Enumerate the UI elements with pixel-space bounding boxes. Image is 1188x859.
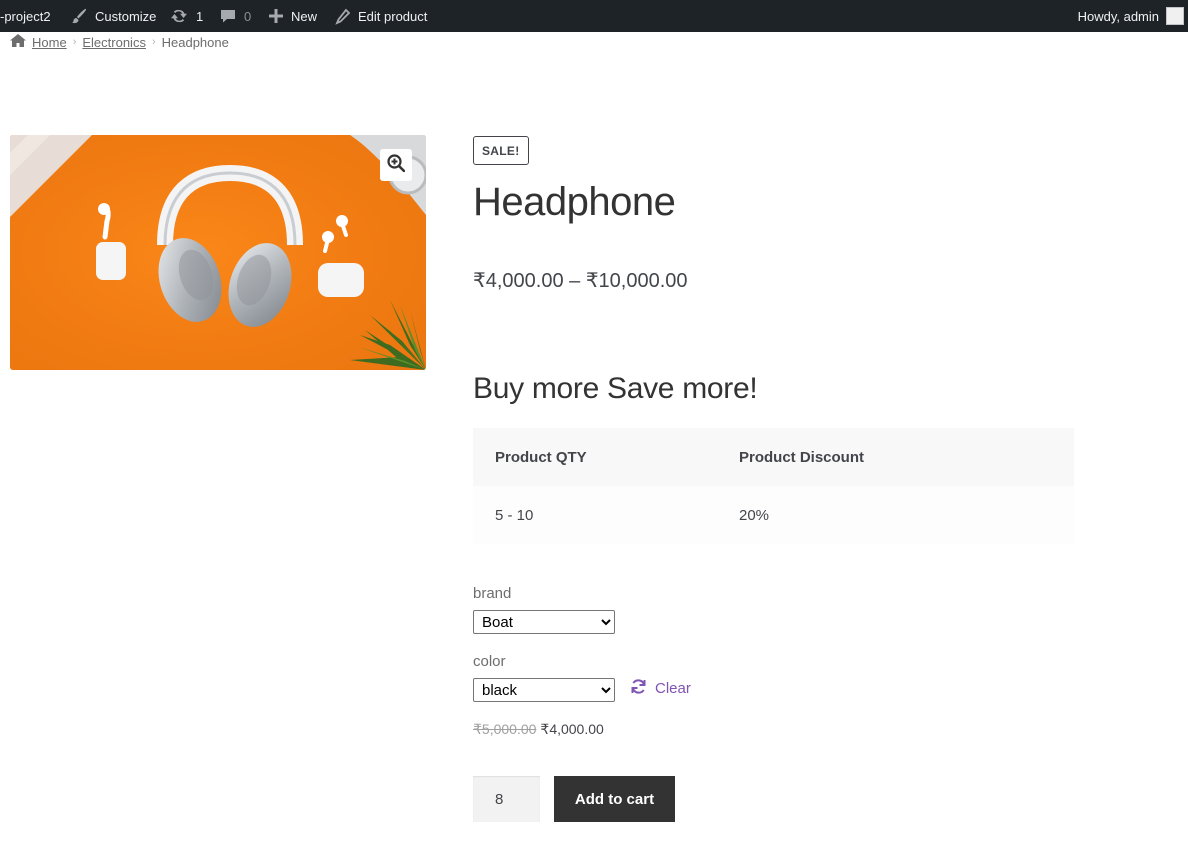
discount-heading: Buy more Save more! [473, 372, 758, 405]
product-title: Headphone [473, 180, 676, 224]
add-to-cart-button[interactable]: Add to cart [554, 776, 675, 822]
header-product-discount: Product Discount [739, 428, 1074, 486]
variation-price: ₹5,000.00 ₹4,000.00 [473, 721, 604, 738]
clear-label: Clear [655, 680, 691, 697]
breadcrumb-current: Headphone [161, 34, 229, 50]
discount-table: Product QTY Product Discount 5 - 10 20% [473, 428, 1074, 544]
brand-select[interactable]: Boat [473, 610, 615, 634]
edit-product-link[interactable]: Edit product [334, 0, 427, 32]
edit-product-label: Edit product [358, 8, 428, 24]
refresh-icon [630, 678, 647, 699]
regular-price: ₹5,000.00 [473, 721, 537, 737]
color-label: color [473, 653, 506, 670]
updates-icon [169, 7, 189, 25]
pencil-icon [334, 8, 351, 25]
comment-bubble-icon [219, 7, 237, 25]
product-image[interactable] [10, 135, 426, 370]
customize-link[interactable]: Customize [70, 0, 156, 32]
admin-bar: -project2 Customize 1 0 New Edit product… [0, 0, 1188, 32]
table-row: 5 - 10 20% [473, 486, 1074, 544]
brand-label: brand [473, 585, 512, 602]
clear-variations-link[interactable]: Clear [630, 678, 691, 699]
home-icon [10, 34, 26, 50]
sale-price: ₹4,000.00 [540, 721, 604, 737]
zoom-in-icon [387, 153, 406, 177]
breadcrumb-separator-icon: › [72, 36, 77, 48]
color-select[interactable]: black [473, 678, 615, 702]
new-content-link[interactable]: New [268, 0, 317, 32]
headphone-photo [10, 135, 426, 370]
sale-badge: SALE! [473, 136, 529, 165]
header-product-qty: Product QTY [473, 428, 739, 486]
paintbrush-icon [70, 7, 88, 25]
breadcrumb-category-link[interactable]: Electronics [82, 35, 146, 50]
updates-count: 1 [196, 8, 204, 24]
new-label: New [291, 8, 318, 24]
comments-count: 0 [244, 8, 252, 24]
quantity-input[interactable] [473, 776, 540, 822]
customize-label: Customize [95, 8, 157, 24]
breadcrumb-home-link[interactable]: Home [32, 35, 67, 50]
site-name-label: -project2 [0, 8, 51, 24]
image-zoom-button[interactable] [380, 149, 412, 181]
site-name-link[interactable]: -project2 [0, 0, 51, 32]
discount-value-cell: 20% [739, 486, 1074, 544]
breadcrumb-separator-icon: › [151, 36, 156, 48]
breadcrumb: Home › Electronics › Headphone [10, 32, 229, 52]
comments-link[interactable]: 0 [219, 0, 251, 32]
table-header-row: Product QTY Product Discount [473, 428, 1074, 486]
plus-icon [268, 8, 284, 24]
updates-link[interactable]: 1 [169, 0, 203, 32]
avatar [1166, 7, 1184, 25]
price-range: ₹4,000.00 – ₹10,000.00 [473, 270, 688, 292]
my-account-link[interactable]: Howdy, admin [1078, 0, 1184, 32]
qty-range-cell: 5 - 10 [473, 486, 739, 544]
howdy-label: Howdy, admin [1077, 8, 1159, 24]
